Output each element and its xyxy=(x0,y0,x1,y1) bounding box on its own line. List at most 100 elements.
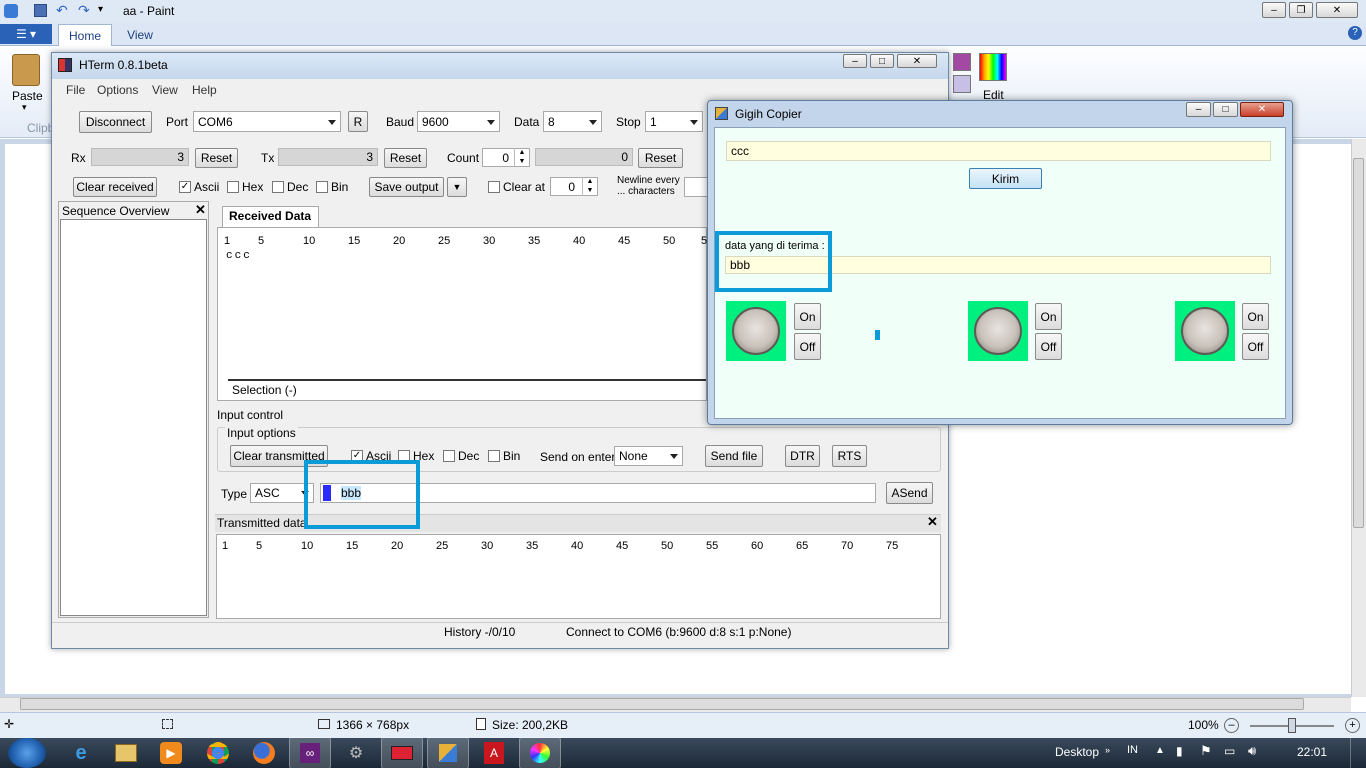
save-output-button[interactable]: Save output xyxy=(369,177,444,197)
clock[interactable]: 22:01 xyxy=(1297,745,1327,759)
rx-label: Rx xyxy=(71,151,86,165)
sequence-overview-list[interactable] xyxy=(60,219,207,616)
zoom-slider-thumb[interactable] xyxy=(1288,718,1296,733)
rts-button[interactable]: RTS xyxy=(832,445,867,467)
disconnect-button[interactable]: Disconnect xyxy=(79,111,152,133)
menu-file[interactable]: File xyxy=(66,83,85,97)
quick-save-icon[interactable] xyxy=(34,4,47,17)
clear-at-spinner-arrows[interactable]: ▲ ▼ xyxy=(582,177,597,196)
color-swatch-lavender[interactable] xyxy=(953,75,971,93)
zoom-out-button[interactable]: – xyxy=(1224,718,1239,733)
arduino-app-icon[interactable] xyxy=(381,737,423,769)
horizontal-scroll-thumb[interactable] xyxy=(20,698,1304,710)
kirim-button[interactable]: Kirim xyxy=(969,168,1042,189)
baud-select[interactable]: 9600 xyxy=(417,111,500,132)
port-select[interactable]: COM6 xyxy=(193,111,341,132)
tab-view[interactable]: View xyxy=(118,24,162,46)
recv-bin-checkbox[interactable]: Bin xyxy=(316,180,348,194)
action-center-flag-icon[interactable]: ⚑ xyxy=(1200,743,1212,759)
dtr-button[interactable]: DTR xyxy=(785,445,820,467)
undo-icon[interactable]: ↶ xyxy=(56,2,68,19)
sequence-overview-close-icon[interactable]: ✕ xyxy=(195,202,206,218)
stop-bits-select[interactable]: 1 xyxy=(645,111,703,132)
refresh-ports-button[interactable]: R xyxy=(348,111,368,132)
recv-dec-checkbox[interactable]: Dec xyxy=(272,180,308,194)
send-bin-checkbox[interactable]: Bin xyxy=(488,449,520,463)
led3-on-button[interactable]: On xyxy=(1242,303,1269,330)
redo-icon[interactable]: ↷ xyxy=(78,2,90,19)
asend-button[interactable]: ASend xyxy=(886,482,933,504)
explorer-icon[interactable] xyxy=(105,737,147,769)
hterm-minimize-button[interactable]: – xyxy=(843,54,867,68)
tab-home[interactable]: Home xyxy=(58,24,112,46)
tx-reset-button[interactable]: Reset xyxy=(384,148,427,168)
save-output-dropdown[interactable]: ▼ xyxy=(447,177,467,197)
copier-taskbar-icon[interactable] xyxy=(427,737,469,769)
customize-quick-access-icon[interactable]: ▾ xyxy=(98,4,103,15)
copier-minimize-button[interactable]: – xyxy=(1186,102,1211,117)
chrome-icon[interactable] xyxy=(197,737,239,769)
received-data-area[interactable] xyxy=(217,227,707,401)
count-spinner-arrows[interactable]: ▲ ▼ xyxy=(514,148,529,167)
led1-on-button[interactable]: On xyxy=(794,303,821,330)
send-dec-checkbox[interactable]: Dec xyxy=(443,449,479,463)
tools-icon[interactable]: ⚙ xyxy=(335,737,377,769)
count-reset-button[interactable]: Reset xyxy=(638,148,683,168)
copier-close-button[interactable]: ✕ xyxy=(1240,102,1284,117)
copier-maximize-button[interactable]: □ xyxy=(1213,102,1238,117)
desktop-toolbar-chevron-icon[interactable]: » xyxy=(1105,745,1110,755)
menu-options[interactable]: Options xyxy=(97,83,138,97)
ruler-mark: 60 xyxy=(751,540,764,552)
help-icon[interactable]: ? xyxy=(1348,26,1362,40)
led3-off-button[interactable]: Off xyxy=(1242,333,1269,360)
pdf-reader-icon[interactable]: A xyxy=(473,737,515,769)
menu-view[interactable]: View xyxy=(152,83,178,97)
firefox-icon[interactable] xyxy=(243,737,285,769)
hterm-maximize-button[interactable]: □ xyxy=(870,54,894,68)
desktop-toolbar-label[interactable]: Desktop xyxy=(1055,745,1099,759)
transmitted-close-icon[interactable]: ✕ xyxy=(927,514,938,530)
vertical-scroll-thumb[interactable] xyxy=(1353,158,1364,528)
hterm-close-button[interactable]: ✕ xyxy=(897,54,937,68)
led2-on-button[interactable]: On xyxy=(1035,303,1062,330)
network-icon[interactable]: ▮ xyxy=(1176,744,1183,758)
paint-minimize-button[interactable]: – xyxy=(1262,2,1286,18)
show-hidden-icons-button[interactable]: ▲ xyxy=(1155,745,1165,756)
hterm-title: HTerm 0.8.1beta xyxy=(79,58,168,72)
paint-taskbar-icon[interactable] xyxy=(519,737,561,769)
volume-icon[interactable]: 🔊︎ xyxy=(1248,743,1256,759)
color-swatch-purple[interactable] xyxy=(953,53,971,71)
ruler-mark: 30 xyxy=(481,540,494,552)
recv-ascii-checkbox[interactable]: ✓ Ascii xyxy=(179,180,219,194)
paint-maximize-button[interactable]: ❐ xyxy=(1289,2,1313,18)
clipboard-icon[interactable] xyxy=(12,54,40,86)
edit-colors-icon[interactable] xyxy=(979,53,1007,81)
visual-studio-icon[interactable]: ∞ xyxy=(289,737,331,769)
led1-off-button[interactable]: Off xyxy=(794,333,821,360)
language-indicator[interactable]: IN xyxy=(1127,744,1138,756)
data-bits-select[interactable]: 8 xyxy=(543,111,602,132)
send-text-field[interactable]: ccc xyxy=(726,141,1271,161)
recv-hex-checkbox[interactable]: Hex xyxy=(227,180,263,194)
paste-label[interactable]: Paste xyxy=(12,89,43,103)
selection-size-icon xyxy=(162,719,173,729)
ie-icon[interactable]: e xyxy=(60,737,102,769)
send-file-button[interactable]: Send file xyxy=(705,445,763,467)
paint-menu-button[interactable]: ☰ ▾ xyxy=(0,24,52,44)
paint-close-button[interactable]: ✕ xyxy=(1316,2,1358,18)
rx-reset-button[interactable]: Reset xyxy=(195,148,238,168)
battery-icon[interactable]: ▭ xyxy=(1224,744,1235,758)
led2-off-button[interactable]: Off xyxy=(1035,333,1062,360)
show-desktop-button[interactable] xyxy=(1350,738,1366,768)
clear-received-button[interactable]: Clear received xyxy=(73,177,157,197)
start-button[interactable] xyxy=(8,738,46,768)
clear-at-checkbox[interactable]: Clear at xyxy=(488,180,545,194)
menu-help[interactable]: Help xyxy=(192,83,217,97)
selection-status: Selection (-) xyxy=(232,383,297,397)
send-on-enter-select[interactable]: None xyxy=(614,446,683,466)
media-player-icon[interactable]: ▶ xyxy=(150,737,192,769)
input-highlight-box xyxy=(304,460,420,529)
zoom-in-button[interactable]: + xyxy=(1345,718,1360,733)
received-data-tab[interactable]: Received Data xyxy=(222,206,319,227)
paste-dropdown-icon[interactable]: ▾ xyxy=(22,102,27,113)
